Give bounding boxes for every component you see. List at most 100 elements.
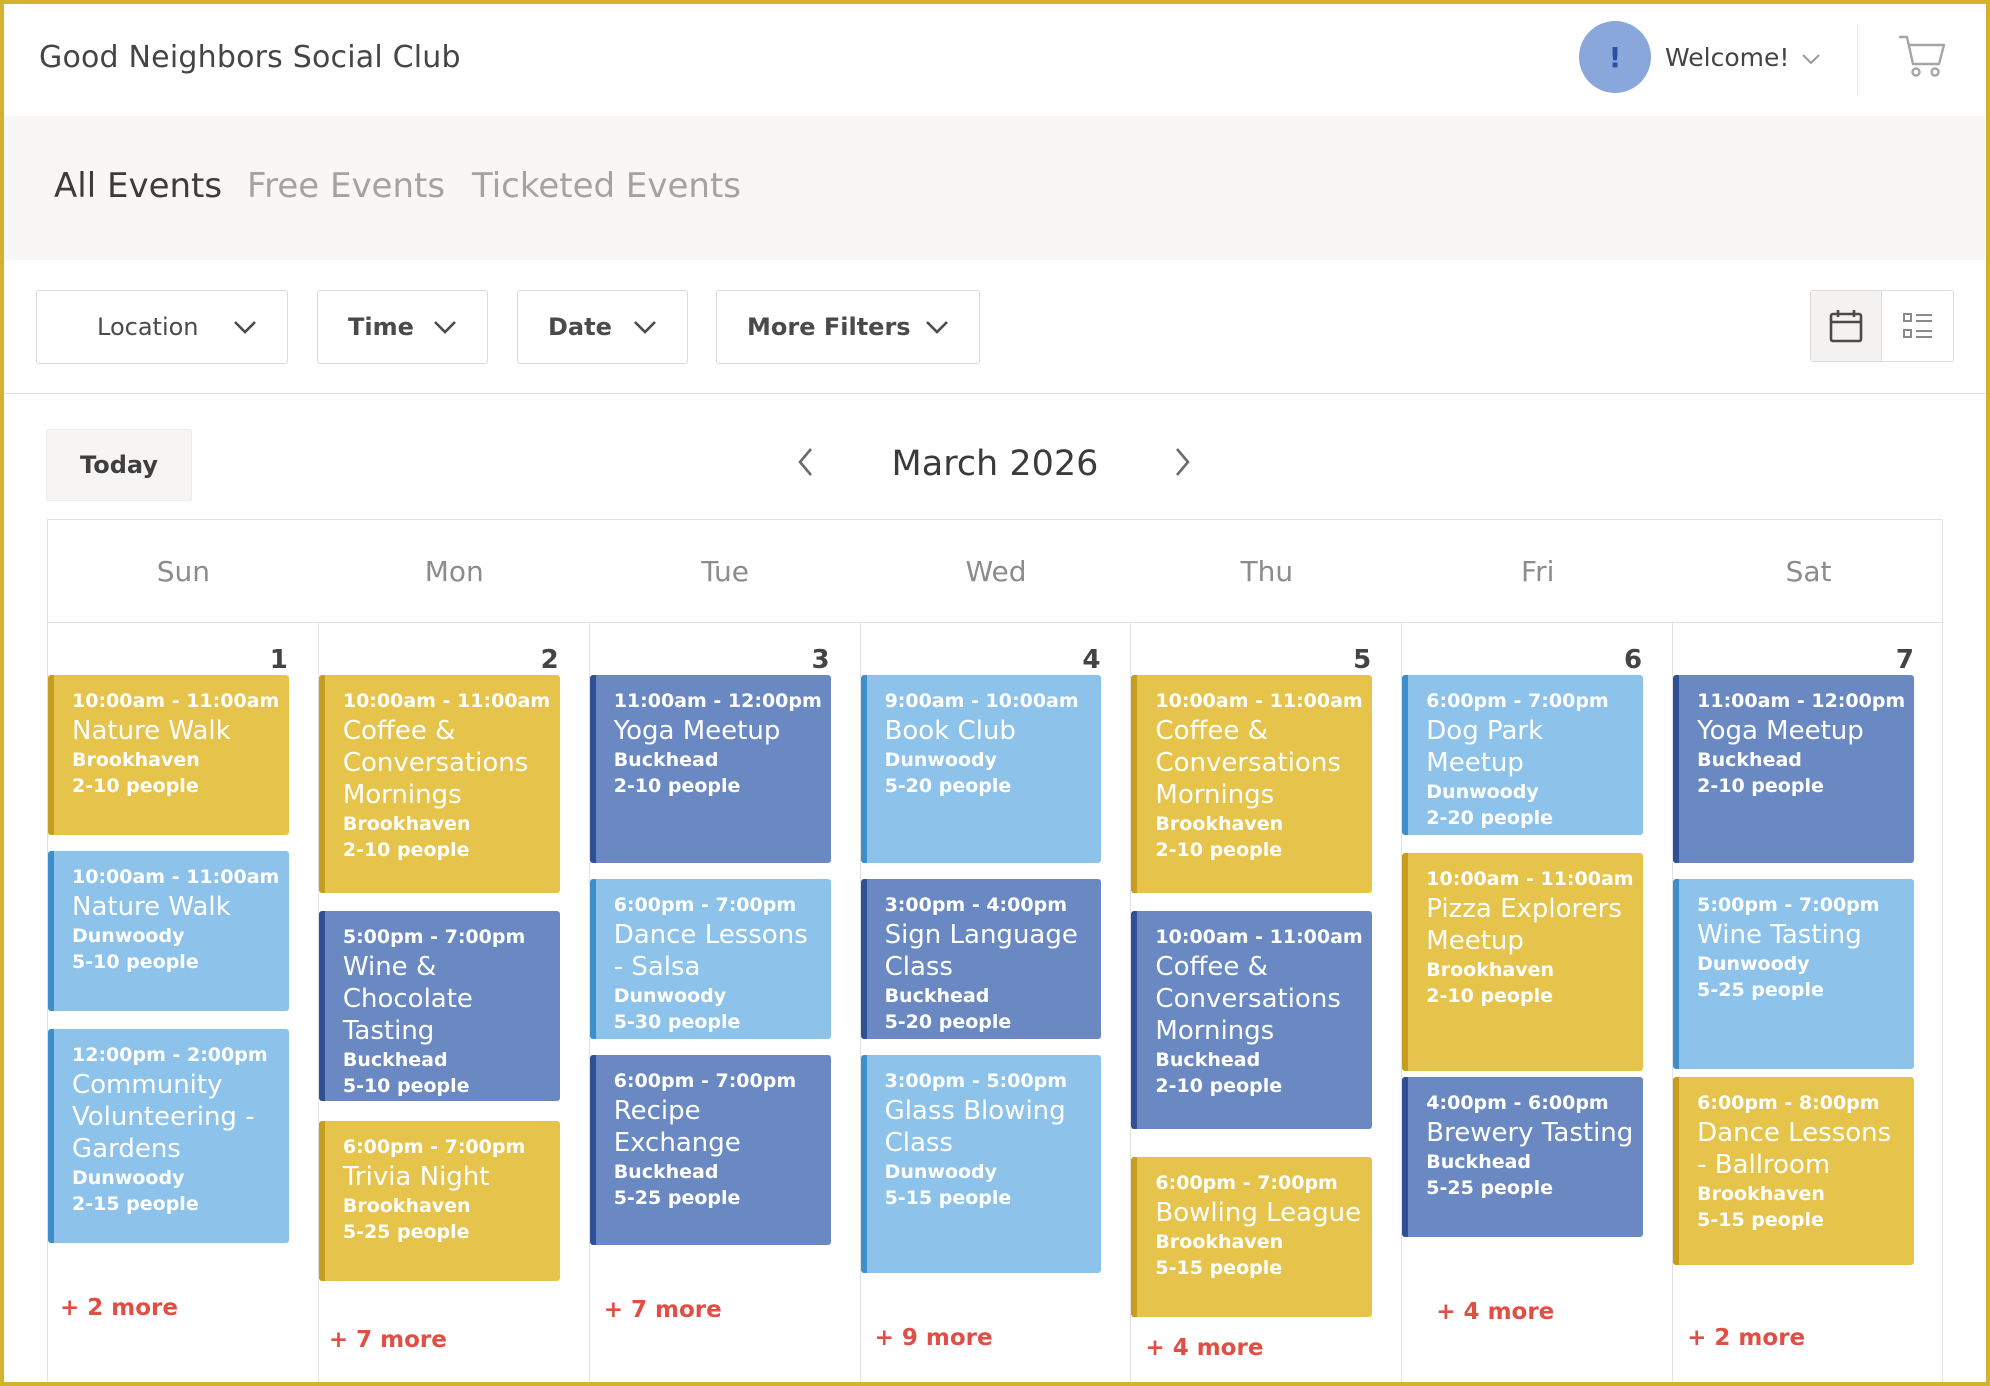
user-menu[interactable]: ! Welcome! bbox=[1579, 20, 1821, 94]
event-card[interactable]: 11:00am - 12:00pm Yoga Meetup Buckhead 2-10… bbox=[589, 675, 831, 863]
top-bar: Good Neighbors Social Club ! Welcome! bbox=[4, 4, 1986, 116]
event-location: Dunwoody bbox=[1697, 953, 1810, 975]
event-name: Sign Language Class bbox=[884, 920, 1078, 982]
location-filter[interactable]: Location bbox=[36, 290, 288, 364]
event-card[interactable]: 6:00pm - 7:00pm Dog Park Meetup Dunwoody 2-… bbox=[1402, 675, 1644, 835]
welcome-label: Welcome! bbox=[1665, 42, 1790, 72]
event-time: 5:00pm - 7:00pm bbox=[342, 926, 526, 948]
event-time: 10:00am - 11:00am bbox=[1155, 926, 1363, 948]
day-number: 5 bbox=[1353, 645, 1372, 675]
day-number: 6 bbox=[1624, 645, 1643, 675]
filter-bar: Location Time Date More Filters bbox=[4, 260, 1986, 394]
chevron-left-icon bbox=[798, 448, 812, 476]
event-capacity: 2-10 people bbox=[1155, 839, 1283, 861]
today-button[interactable]: Today bbox=[46, 429, 192, 501]
event-card[interactable]: 6:00pm - 8:00pm Dance Lessons - Ballroom B… bbox=[1673, 1077, 1914, 1265]
event-card[interactable]: 6:00pm - 7:00pm Recipe Exchange Buckhead 5-… bbox=[589, 1055, 831, 1245]
day-number: 4 bbox=[1082, 645, 1101, 675]
event-card[interactable]: 10:00am - 11:00am Coffee & Conversations … bbox=[318, 675, 560, 893]
event-name: Coffee & Conversations Mornings bbox=[1155, 952, 1341, 1046]
calendar-grid: Sun Mon Tue Wed Thu Fri Sat 1 10:00am - 11:00am N… bbox=[47, 519, 1943, 1386]
event-time: 10:00am - 11:00am bbox=[342, 690, 551, 712]
event-card[interactable]: 4:00pm - 6:00pm Brewery Tasting Buckhead 5-… bbox=[1402, 1077, 1644, 1237]
day-cell[interactable]: 6 6:00pm - 7:00pm Dog Park Meetup Dunwoody 2… bbox=[1402, 623, 1674, 1386]
calendar-icon bbox=[1829, 310, 1863, 343]
tab-ticketed-events[interactable]: Ticketed Events bbox=[472, 166, 741, 206]
calendar-view-button[interactable] bbox=[1811, 291, 1882, 361]
event-capacity: 5-15 people bbox=[1697, 1209, 1824, 1231]
list-view-button[interactable] bbox=[1882, 291, 1953, 361]
event-card[interactable]: 10:00am - 11:00am Nature Walk Brookhaven 2-… bbox=[48, 675, 289, 835]
more-events-link[interactable]: + 9 more bbox=[875, 1325, 993, 1351]
weekday-header-tue: Tue bbox=[701, 554, 750, 588]
day-cell[interactable]: 2 10:00am - 11:00am Coffee & Conversations… bbox=[318, 623, 590, 1386]
event-capacity: 2-20 people bbox=[1426, 807, 1553, 829]
previous-month-button[interactable] bbox=[790, 444, 820, 480]
header-divider bbox=[1857, 24, 1858, 96]
shopping-cart-icon[interactable] bbox=[1897, 32, 1947, 80]
day-cell[interactable]: 1 10:00am - 11:00am Nature Walk Brookhaven 2… bbox=[48, 623, 319, 1386]
event-location: Brookhaven bbox=[1697, 1183, 1825, 1205]
event-card[interactable]: 10:00am - 11:00am Coffee & Conversations … bbox=[1131, 911, 1373, 1129]
event-card[interactable]: 5:00pm - 7:00pm Wine Tasting Dunwoody 5-25 … bbox=[1673, 879, 1914, 1069]
event-time: 11:00am - 12:00pm bbox=[613, 690, 822, 712]
list-icon bbox=[1902, 313, 1932, 338]
site-brand[interactable]: Good Neighbors Social Club bbox=[39, 40, 461, 75]
day-cell[interactable]: 5 10:00am - 11:00am Coffee & Conversations… bbox=[1131, 623, 1403, 1386]
weekday-header-wed: Wed bbox=[965, 554, 1027, 588]
event-capacity: 5-15 people bbox=[884, 1187, 1012, 1209]
tab-free-events[interactable]: Free Events bbox=[247, 166, 445, 206]
chevron-down-icon bbox=[634, 321, 656, 334]
time-filter[interactable]: Time bbox=[317, 290, 488, 364]
event-card[interactable]: 11:00am - 12:00pm Yoga Meetup Buckhead 2-10… bbox=[1673, 675, 1914, 863]
day-cell[interactable]: 3 11:00am - 12:00pm Yoga Meetup Buckhead 2-1… bbox=[589, 623, 861, 1386]
tab-all-events[interactable]: All Events bbox=[54, 166, 222, 206]
event-card[interactable]: 10:00am - 11:00am Coffee & Conversations … bbox=[1131, 675, 1373, 893]
event-capacity: 2-15 people bbox=[72, 1193, 199, 1215]
event-name: Coffee & Conversations Mornings bbox=[342, 716, 529, 810]
more-filters-button[interactable]: More Filters bbox=[716, 290, 980, 364]
event-card[interactable]: 6:00pm - 7:00pm Dance Lessons - Salsa Dunw… bbox=[589, 879, 831, 1039]
event-time: 6:00pm - 7:00pm bbox=[613, 894, 797, 916]
more-filters-label: More Filters bbox=[747, 313, 911, 341]
more-events-link[interactable]: + 7 more bbox=[329, 1327, 447, 1353]
next-month-button[interactable] bbox=[1168, 444, 1198, 480]
more-events-link[interactable]: + 4 more bbox=[1436, 1299, 1554, 1325]
more-events-link[interactable]: + 2 more bbox=[1687, 1325, 1805, 1351]
event-capacity: 5-15 people bbox=[1155, 1257, 1283, 1279]
event-time: 10:00am - 11:00am bbox=[72, 690, 280, 712]
day-cell[interactable]: 4 9:00am - 10:00am Book Club Dunwoody 5-20 p… bbox=[860, 623, 1132, 1386]
event-capacity: 5-30 people bbox=[613, 1011, 741, 1033]
month-title: March 2026 bbox=[891, 444, 1099, 484]
event-capacity: 2-10 people bbox=[613, 775, 741, 797]
event-capacity: 5-20 people bbox=[884, 1011, 1012, 1033]
event-card[interactable]: 10:00am - 11:00am Pizza Explorers Meetup B… bbox=[1402, 853, 1644, 1071]
event-capacity: 5-25 people bbox=[1697, 979, 1824, 1001]
date-filter-label: Date bbox=[548, 313, 612, 341]
event-card[interactable]: 10:00am - 11:00am Nature Walk Dunwoody 5-10… bbox=[48, 851, 289, 1011]
event-card[interactable]: 6:00pm - 7:00pm Bowling League Brookhaven 5… bbox=[1131, 1157, 1373, 1317]
event-time: 10:00am - 11:00am bbox=[1155, 690, 1363, 712]
day-cell[interactable]: 7 11:00am - 12:00pm Yoga Meetup Buckhead 2-1… bbox=[1673, 623, 1944, 1386]
event-card[interactable]: 9:00am - 10:00am Book Club Dunwoody 5-20 pe… bbox=[860, 675, 1102, 863]
weekday-header-sat: Sat bbox=[1785, 554, 1832, 588]
event-card[interactable]: 6:00pm - 7:00pm Trivia Night Brookhaven 5-2… bbox=[318, 1121, 560, 1281]
event-card[interactable]: 5:00pm - 7:00pm Wine & Chocolate Tasting B… bbox=[318, 911, 560, 1101]
event-time: 4:00pm - 6:00pm bbox=[1426, 1092, 1609, 1114]
avatar[interactable]: ! bbox=[1579, 21, 1651, 93]
event-time: 6:00pm - 7:00pm bbox=[613, 1070, 797, 1092]
date-filter[interactable]: Date bbox=[517, 290, 688, 364]
event-time: 12:00pm - 2:00pm bbox=[72, 1044, 268, 1066]
event-name: Yoga Meetup bbox=[1697, 716, 1864, 746]
weekday-header-mon: Mon bbox=[424, 554, 484, 588]
event-name: Nature Walk bbox=[72, 892, 231, 922]
event-name: Dance Lessons - Ballroom bbox=[1697, 1118, 1892, 1180]
more-events-link[interactable]: + 4 more bbox=[1145, 1335, 1263, 1361]
event-card[interactable]: 3:00pm - 4:00pm Sign Language Class Buckhe… bbox=[860, 879, 1102, 1039]
more-events-link[interactable]: + 7 more bbox=[604, 1297, 722, 1323]
event-card[interactable]: 3:00pm - 5:00pm Glass Blowing Class Dunwoo… bbox=[860, 1055, 1102, 1273]
event-capacity: 2-10 people bbox=[1155, 1075, 1283, 1097]
event-card[interactable]: 12:00pm - 2:00pm Community Volunteering -… bbox=[48, 1029, 289, 1243]
event-location: Buckhead bbox=[342, 1049, 448, 1071]
more-events-link[interactable]: + 2 more bbox=[60, 1295, 178, 1321]
